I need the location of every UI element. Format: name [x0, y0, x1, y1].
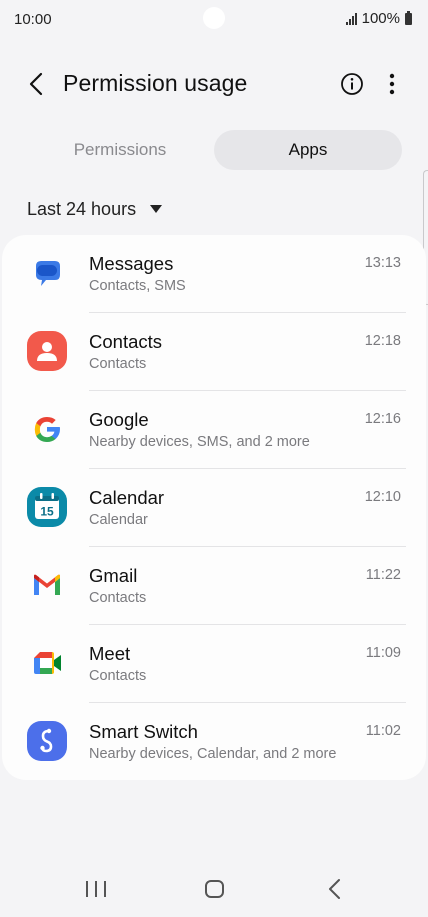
status-time: 10:00 [14, 11, 52, 28]
list-item[interactable]: Google Nearby devices, SMS, and 2 more 1… [2, 391, 426, 469]
home-button[interactable] [205, 880, 224, 898]
battery-percent: 100% [361, 10, 400, 27]
app-permissions: Contacts [89, 668, 147, 684]
app-last-access-time: 12:16 [364, 411, 401, 427]
time-filter-dropdown[interactable]: Last 24 hours [27, 196, 163, 222]
info-icon [341, 73, 363, 95]
tab-bar: Permissions Apps [26, 130, 402, 170]
status-bar: 10:00 100% [0, 0, 428, 38]
app-last-access-time: 11:02 [365, 723, 401, 739]
battery-icon [405, 10, 412, 25]
app-last-access-time: 11:22 [365, 567, 401, 583]
list-item[interactable]: Messages Contacts, SMS 13:13 [2, 235, 426, 313]
meet-icon [34, 652, 61, 674]
app-permissions: Contacts, SMS [89, 278, 186, 294]
info-button[interactable] [340, 72, 364, 96]
messages-icon [36, 261, 60, 286]
back-button[interactable] [22, 68, 50, 100]
list-item[interactable]: Meet Contacts 11:09 [2, 625, 426, 703]
calendar-icon: 15 [27, 487, 67, 527]
smart-switch-icon [27, 721, 67, 761]
app-bar: Permission usage [0, 56, 428, 112]
recent-apps-button[interactable] [86, 881, 106, 897]
gmail-icon [34, 574, 60, 595]
list-item[interactable]: Gmail Contacts 11:22 [2, 547, 426, 625]
back-arrow-icon [29, 72, 43, 96]
status-indicators: 100% [345, 10, 412, 27]
tab-permissions[interactable]: Permissions [26, 130, 214, 170]
recent-apps-icon [86, 881, 88, 897]
app-name: Smart Switch [89, 721, 198, 742]
camera-cutout [203, 7, 225, 29]
app-list: Messages Contacts, SMS 13:13 Contacts Co… [2, 235, 426, 780]
nav-back-button[interactable] [326, 878, 344, 900]
list-item[interactable]: Contacts Contacts 12:18 [2, 313, 426, 391]
page-title: Permission usage [63, 70, 248, 96]
app-name: Google [89, 409, 149, 430]
app-permissions: Contacts [89, 590, 147, 606]
calendar-icon-date: 15 [40, 505, 54, 519]
app-last-access-time: 13:13 [364, 255, 401, 271]
app-permissions: Calendar [89, 512, 148, 528]
more-vert-icon [389, 73, 395, 95]
app-last-access-time: 11:09 [365, 645, 401, 661]
dropdown-arrow-icon [150, 205, 163, 213]
signal-icon [345, 12, 357, 25]
time-filter-label: Last 24 hours [27, 198, 137, 219]
contacts-icon [27, 331, 67, 371]
app-name: Calendar [89, 487, 165, 508]
google-icon [34, 417, 60, 442]
app-permissions: Nearby devices, Calendar, and 2 more [89, 746, 337, 762]
app-name: Messages [89, 253, 174, 274]
app-name: Meet [89, 643, 131, 664]
app-permissions: Contacts [89, 356, 147, 372]
app-last-access-time: 12:10 [364, 489, 401, 505]
navigation-bar [0, 860, 428, 917]
list-item[interactable]: 15 Calendar Calendar 12:10 [2, 469, 426, 547]
tab-apps[interactable]: Apps [214, 130, 402, 170]
app-last-access-time: 12:18 [364, 333, 401, 349]
app-name: Contacts [89, 331, 163, 352]
app-permissions: Nearby devices, SMS, and 2 more [89, 434, 310, 450]
more-options-button[interactable] [380, 70, 404, 98]
list-item[interactable]: Smart Switch Nearby devices, Calendar, a… [2, 703, 426, 781]
app-name: Gmail [89, 565, 138, 586]
